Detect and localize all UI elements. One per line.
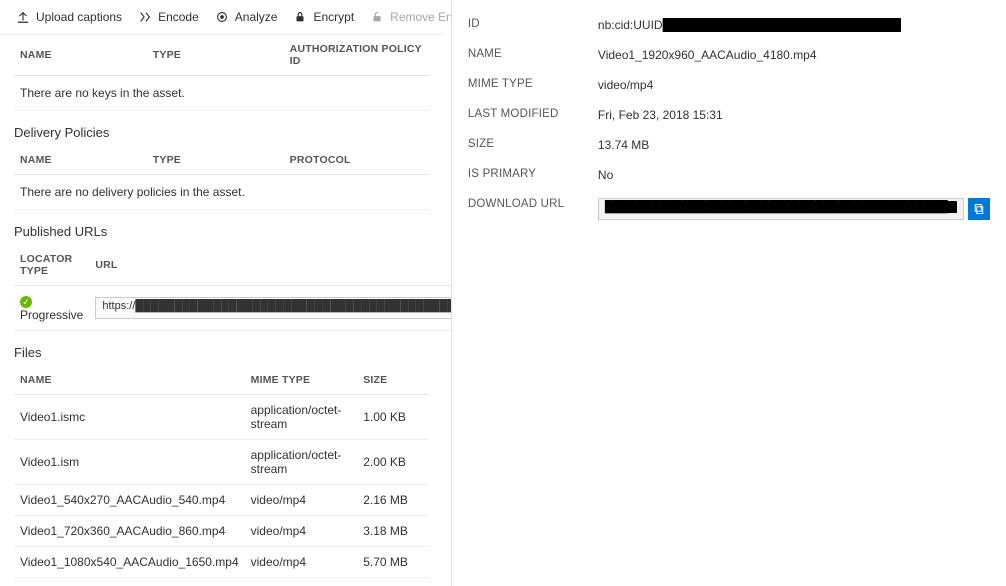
file-row[interactable]: Video1_1080x540_AACAudio_1650.mp4 video/…	[14, 547, 429, 578]
keys-th-name[interactable]: NAME	[14, 35, 147, 76]
analyze-icon	[215, 10, 229, 24]
remove-encryption-button: Remove Encryption	[362, 6, 452, 28]
url-cell: https://████████████████████████████████…	[89, 286, 452, 331]
delivery-empty: There are no delivery policies in the as…	[14, 175, 429, 210]
urls-title: Published URLs	[0, 210, 443, 245]
files-th-name[interactable]: NAME	[14, 366, 245, 395]
analyze-button[interactable]: Analyze	[207, 6, 286, 28]
detail-value-size: 13.74 MB	[598, 138, 990, 152]
locator-cell: ✓Progressive	[14, 286, 89, 331]
toolbar: Upload captions Encode Analyze Encrypt R…	[0, 0, 443, 35]
file-name-cell: Video1.ismc	[14, 395, 245, 440]
files-th-size[interactable]: SIZE	[357, 366, 429, 395]
copy-download-url-button[interactable]	[968, 198, 990, 220]
file-name-cell: Video1_720x360_AACAudio_860.mp4	[14, 516, 245, 547]
detail-value-primary: No	[598, 168, 990, 182]
file-row[interactable]: Video1_540x270_AACAudio_540.mp4 video/mp…	[14, 485, 429, 516]
copy-icon	[973, 203, 985, 215]
urls-th-url[interactable]: URL	[89, 245, 452, 286]
left-panel: Upload captions Encode Analyze Encrypt R…	[0, 0, 452, 586]
keys-empty: There are no keys in the asset.	[14, 76, 429, 111]
url-field[interactable]: https://████████████████████████████████…	[95, 297, 452, 319]
detail-label-primary: IS PRIMARY	[468, 168, 598, 182]
upload-icon	[16, 10, 30, 24]
detail-label-dlurl: DOWNLOAD URL	[468, 198, 598, 220]
file-row[interactable]: Video1_1440x720_AACAudio_2620.mp4 video/…	[14, 578, 429, 586]
detail-label-id: ID	[468, 18, 598, 32]
file-size-cell: 8.82 MB	[357, 578, 429, 586]
files-title: Files	[0, 331, 443, 366]
file-mime-cell: video/mp4	[245, 578, 358, 586]
encrypt-button[interactable]: Encrypt	[285, 6, 362, 28]
files-table: NAME MIME TYPE SIZE Video1.ismc applicat…	[14, 366, 429, 586]
urls-table: LOCATOR TYPE URL ✓Progressive https://██…	[14, 245, 452, 331]
upload-captions-button[interactable]: Upload captions	[8, 6, 130, 28]
status-ok-icon: ✓	[20, 296, 32, 308]
delivery-table: NAME TYPE PROTOCOL There are no delivery…	[14, 146, 429, 210]
detail-value-lastmod: Fri, Feb 23, 2018 15:31	[598, 108, 990, 122]
keys-th-type[interactable]: TYPE	[147, 35, 284, 76]
file-size-cell: 2.00 KB	[357, 440, 429, 485]
file-size-cell: 3.18 MB	[357, 516, 429, 547]
encode-button[interactable]: Encode	[130, 6, 207, 28]
delivery-th-type[interactable]: TYPE	[147, 146, 284, 175]
urls-th-locator[interactable]: LOCATOR TYPE	[14, 245, 89, 286]
lock-icon	[293, 10, 307, 24]
file-row[interactable]: Video1.ism application/octet-stream 2.00…	[14, 440, 429, 485]
keys-th-policy[interactable]: AUTHORIZATION POLICY ID	[284, 35, 429, 76]
file-size-cell: 1.00 KB	[357, 395, 429, 440]
keys-table: NAME TYPE AUTHORIZATION POLICY ID There …	[14, 35, 429, 111]
detail-value-id: nb:cid:UUID████████████████████████████	[598, 18, 990, 32]
delivery-title: Delivery Policies	[0, 111, 443, 146]
file-mime-cell: application/octet-stream	[245, 395, 358, 440]
detail-label-size: SIZE	[468, 138, 598, 152]
download-url-field[interactable]: ████████████████████████████████████████…	[598, 198, 964, 220]
file-size-cell: 2.16 MB	[357, 485, 429, 516]
file-mime-cell: video/mp4	[245, 516, 358, 547]
file-mime-cell: video/mp4	[245, 485, 358, 516]
detail-value-name: Video1_1920x960_AACAudio_4180.mp4	[598, 48, 990, 62]
detail-label-name: NAME	[468, 48, 598, 62]
file-name-cell: Video1_1440x720_AACAudio_2620.mp4	[14, 578, 245, 586]
encode-icon	[138, 10, 152, 24]
file-name-cell: Video1_540x270_AACAudio_540.mp4	[14, 485, 245, 516]
files-th-mime[interactable]: MIME TYPE	[245, 366, 358, 395]
file-row[interactable]: Video1.ismc application/octet-stream 1.0…	[14, 395, 429, 440]
details-panel: ID nb:cid:UUID██████████████████████████…	[452, 0, 1006, 586]
detail-value-mime: video/mp4	[598, 78, 990, 92]
file-row[interactable]: Video1_720x360_AACAudio_860.mp4 video/mp…	[14, 516, 429, 547]
detail-label-lastmod: LAST MODIFIED	[468, 108, 598, 122]
url-row[interactable]: ✓Progressive https://███████████████████…	[14, 286, 452, 331]
file-size-cell: 5.70 MB	[357, 547, 429, 578]
file-mime-cell: application/octet-stream	[245, 440, 358, 485]
file-mime-cell: video/mp4	[245, 547, 358, 578]
unlock-icon	[370, 10, 384, 24]
file-name-cell: Video1_1080x540_AACAudio_1650.mp4	[14, 547, 245, 578]
delivery-th-name[interactable]: NAME	[14, 146, 147, 175]
detail-label-mime: MIME TYPE	[468, 78, 598, 92]
file-name-cell: Video1.ism	[14, 440, 245, 485]
delivery-th-protocol[interactable]: PROTOCOL	[284, 146, 429, 175]
